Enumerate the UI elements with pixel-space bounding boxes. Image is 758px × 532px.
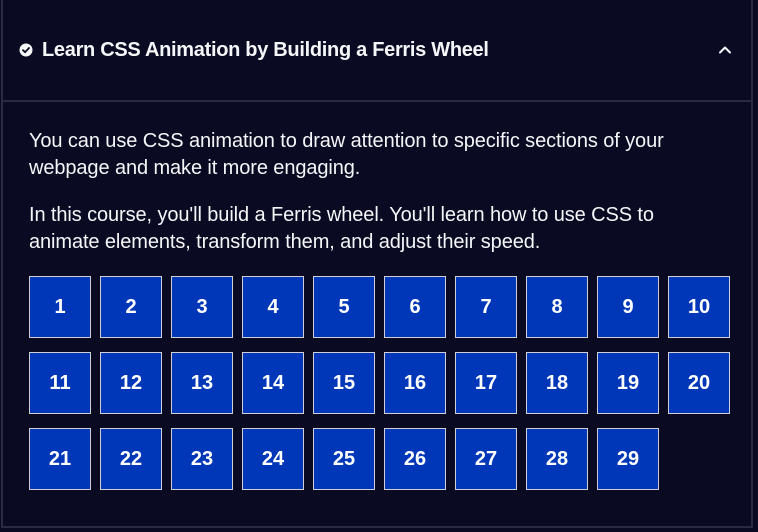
step-button[interactable]: 10 xyxy=(668,276,730,338)
step-button[interactable]: 17 xyxy=(455,352,517,414)
step-button[interactable]: 19 xyxy=(597,352,659,414)
step-button[interactable]: 12 xyxy=(100,352,162,414)
step-button[interactable]: 2 xyxy=(100,276,162,338)
step-grid: 1 2 3 4 5 6 7 8 9 10 11 12 13 14 15 16 17 18 19 20 21 22 23 24 2… xyxy=(29,276,730,490)
step-button[interactable]: 16 xyxy=(384,352,446,414)
step-button[interactable]: 26 xyxy=(384,428,446,490)
step-button[interactable]: 18 xyxy=(526,352,588,414)
step-button[interactable]: 11 xyxy=(29,352,91,414)
course-description-1: You can use CSS animation to draw attent… xyxy=(29,130,664,179)
chevron-up-icon[interactable] xyxy=(717,42,733,58)
step-button[interactable]: 4 xyxy=(242,276,304,338)
course-block: Learn CSS Animation by Building a Ferris… xyxy=(1,0,753,528)
step-button[interactable]: 22 xyxy=(100,428,162,490)
step-button[interactable]: 21 xyxy=(29,428,91,490)
step-button[interactable]: 8 xyxy=(526,276,588,338)
step-button[interactable]: 14 xyxy=(242,352,304,414)
step-button[interactable]: 15 xyxy=(313,352,375,414)
step-button[interactable]: 5 xyxy=(313,276,375,338)
step-button[interactable]: 7 xyxy=(455,276,517,338)
step-button[interactable]: 25 xyxy=(313,428,375,490)
step-button[interactable]: 3 xyxy=(171,276,233,338)
step-button[interactable]: 27 xyxy=(455,428,517,490)
step-button[interactable]: 23 xyxy=(171,428,233,490)
step-button[interactable]: 29 xyxy=(597,428,659,490)
course-description-2: In this course, you'll build a Ferris wh… xyxy=(29,204,654,253)
course-title: Learn CSS Animation by Building a Ferris… xyxy=(42,38,489,61)
step-button[interactable]: 28 xyxy=(526,428,588,490)
step-button[interactable]: 24 xyxy=(242,428,304,490)
step-button[interactable]: 1 xyxy=(29,276,91,338)
step-button[interactable]: 9 xyxy=(597,276,659,338)
step-button[interactable]: 20 xyxy=(668,352,730,414)
course-header-toggle[interactable]: Learn CSS Animation by Building a Ferris… xyxy=(3,0,751,102)
step-button[interactable]: 13 xyxy=(171,352,233,414)
check-circle-icon xyxy=(19,43,33,57)
step-button[interactable]: 6 xyxy=(384,276,446,338)
course-content: You can use CSS animation to draw attent… xyxy=(3,102,751,490)
